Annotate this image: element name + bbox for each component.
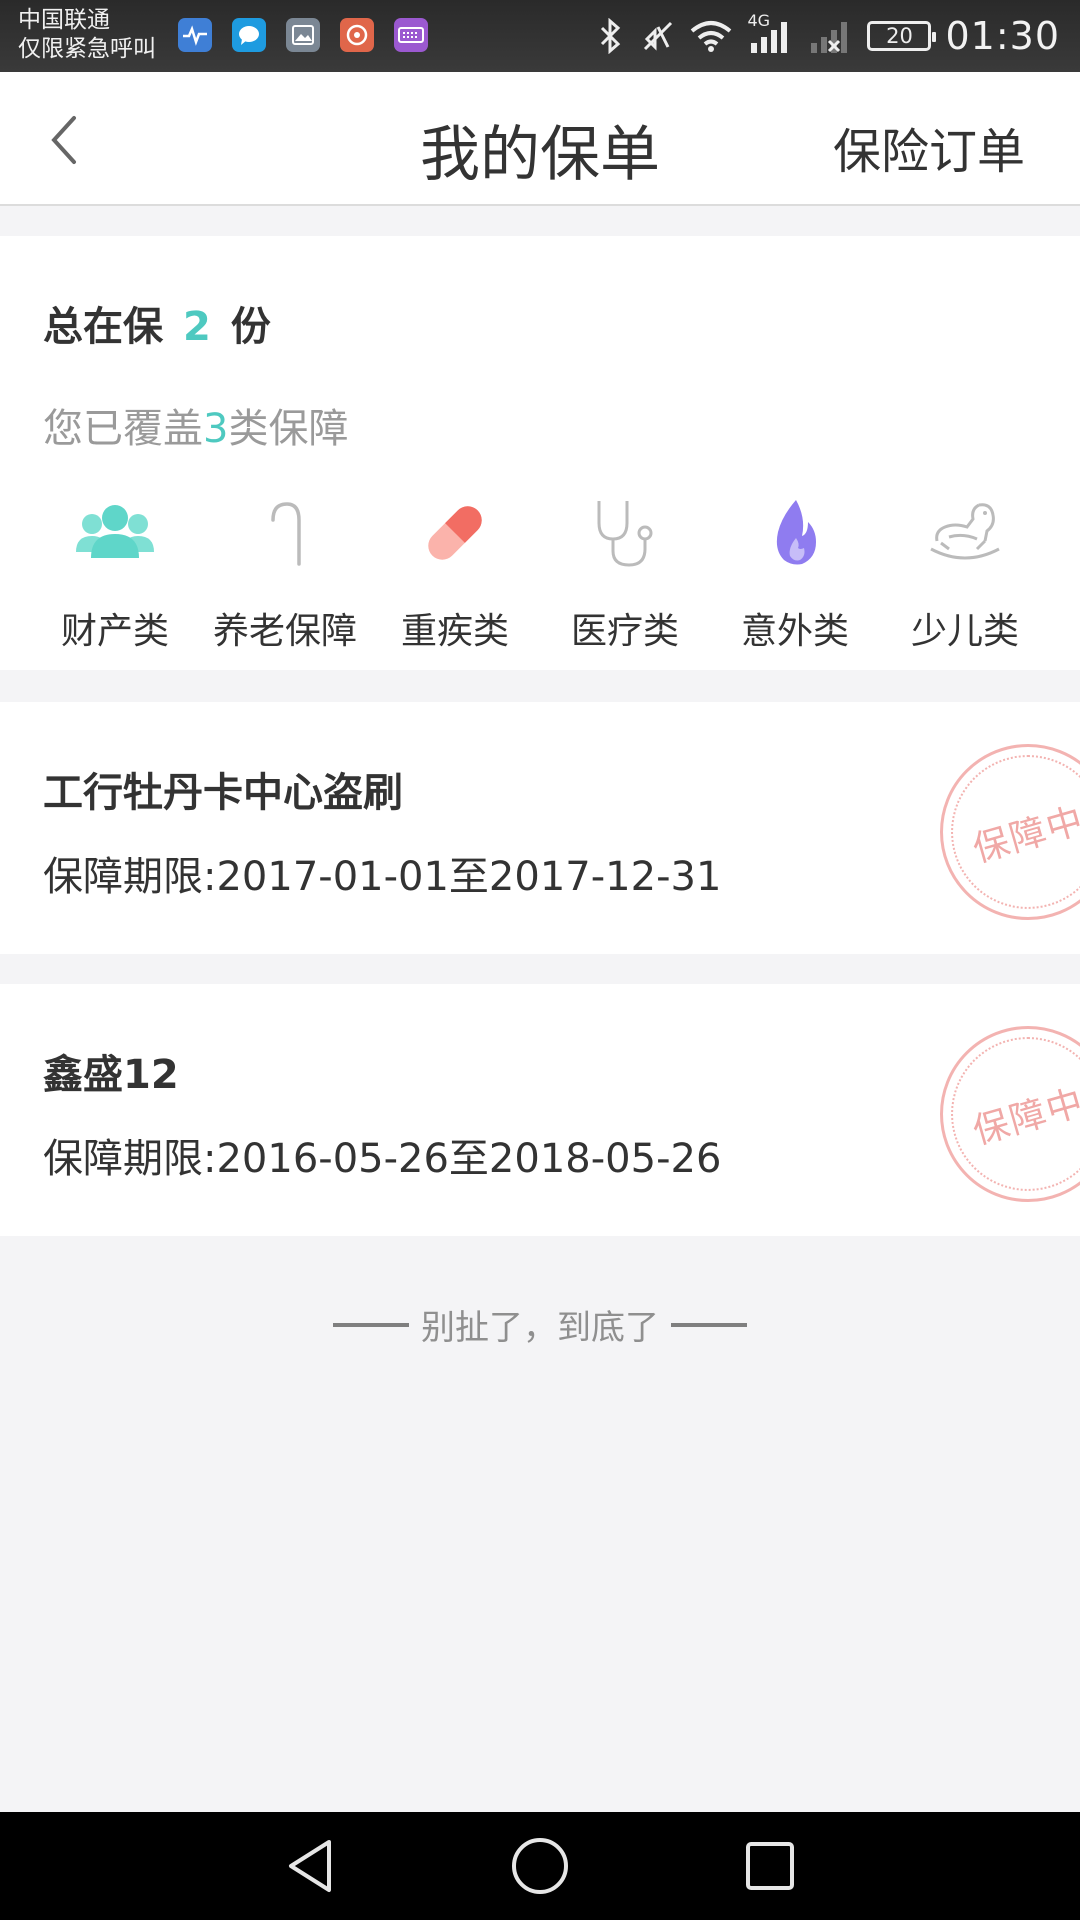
- wifi-icon: [689, 19, 733, 53]
- category-medical[interactable]: 医疗类: [540, 488, 710, 654]
- covered-prefix: 您已覆盖: [43, 406, 203, 452]
- active-stamp: 保障中: [940, 1026, 1080, 1202]
- clock: 01:30: [945, 14, 1060, 58]
- carrier-name: 中国联通: [18, 7, 110, 33]
- square-recents-icon: [746, 1842, 794, 1890]
- health-app-icon: [178, 18, 212, 52]
- category-property[interactable]: 财产类: [30, 488, 200, 654]
- category-label: 少儿类: [910, 611, 1019, 652]
- no-signal-icon: [807, 19, 853, 53]
- category-critical-illness[interactable]: 重疾类: [370, 488, 540, 654]
- circle-home-icon: [512, 1838, 568, 1894]
- divider: [333, 1322, 409, 1327]
- network-type: 4G: [747, 11, 771, 30]
- flame-icon: [750, 488, 840, 578]
- carrier-info: 中国联通 仅限紧急呼叫: [18, 6, 156, 64]
- divider: [671, 1322, 747, 1327]
- policy-period: 保障期限:2017-01-01至2017-12-31: [43, 854, 722, 900]
- policy-card[interactable]: 工行牡丹卡中心盗刷 保障期限:2017-01-01至2017-12-31 保障中: [0, 702, 1080, 954]
- active-stamp: 保障中: [940, 744, 1080, 920]
- battery-indicator: 20: [867, 21, 937, 51]
- covered-categories: 您已覆盖3类保障: [43, 396, 348, 454]
- status-right: 4G 20 01:30: [593, 10, 1060, 62]
- header: 我的保单 保险订单: [0, 72, 1080, 206]
- covered-count: 3: [203, 406, 229, 452]
- category-list: 财产类 养老保障 重疾类 医疗类 意外类 少儿类: [0, 488, 1080, 654]
- total-prefix: 总在保: [43, 304, 163, 350]
- policy-name: 鑫盛12: [43, 1052, 179, 1098]
- stamp-text: 保障中: [968, 1081, 1080, 1153]
- cane-icon: [240, 488, 330, 578]
- coverage-summary: 总在保 2 份 您已覆盖3类保障 财产类 养老保障 重疾类 医疗类 意外类 少儿…: [0, 236, 1080, 670]
- insurance-orders-link[interactable]: 保险订单: [833, 112, 1025, 182]
- stamp-text: 保障中: [968, 799, 1080, 871]
- total-count: 2: [182, 304, 211, 350]
- status-bar: 中国联通 仅限紧急呼叫 4G 20 01:30: [0, 0, 1080, 72]
- nav-home-button[interactable]: [500, 1826, 580, 1906]
- category-label: 重疾类: [400, 611, 509, 652]
- gallery-icon: [286, 18, 320, 52]
- category-label: 财产类: [60, 611, 169, 652]
- emergency-only-text: 仅限紧急呼叫: [18, 36, 156, 62]
- category-label: 医疗类: [570, 611, 679, 652]
- category-accident[interactable]: 意外类: [710, 488, 880, 654]
- battery-level: 20: [886, 24, 913, 48]
- message-icon: [232, 18, 266, 52]
- keyboard-icon: [394, 18, 428, 52]
- policy-card[interactable]: 鑫盛12 保障期限:2016-05-26至2018-05-26 保障中: [0, 984, 1080, 1236]
- total-suffix: 份: [230, 304, 271, 350]
- rocking-horse-icon: [920, 488, 1010, 578]
- category-pension[interactable]: 养老保障: [200, 488, 370, 654]
- system-navigation-bar: [0, 1812, 1080, 1920]
- total-policies: 总在保 2 份: [43, 294, 271, 352]
- people-icon: [70, 488, 160, 578]
- mute-icon: [641, 19, 675, 53]
- nav-recents-button[interactable]: [730, 1826, 810, 1906]
- triangle-back-icon: [289, 1840, 331, 1892]
- policy-name: 工行牡丹卡中心盗刷: [43, 770, 403, 816]
- pill-icon: [410, 488, 500, 578]
- category-label: 意外类: [740, 611, 849, 652]
- bluetooth-icon: [593, 18, 627, 54]
- covered-suffix: 类保障: [228, 406, 349, 452]
- end-of-list: 别扯了，到底了: [0, 1300, 1080, 1349]
- stethoscope-icon: [580, 488, 670, 578]
- category-label: 养老保障: [212, 611, 357, 652]
- app-icon: [340, 18, 374, 52]
- notification-icons: [178, 18, 428, 52]
- signal-4g-icon: 4G: [747, 11, 793, 53]
- nav-back-button[interactable]: [270, 1826, 350, 1906]
- end-of-list-text: 别扯了，到底了: [421, 1308, 659, 1348]
- policy-period: 保障期限:2016-05-26至2018-05-26: [43, 1136, 722, 1182]
- category-children[interactable]: 少儿类: [880, 488, 1050, 654]
